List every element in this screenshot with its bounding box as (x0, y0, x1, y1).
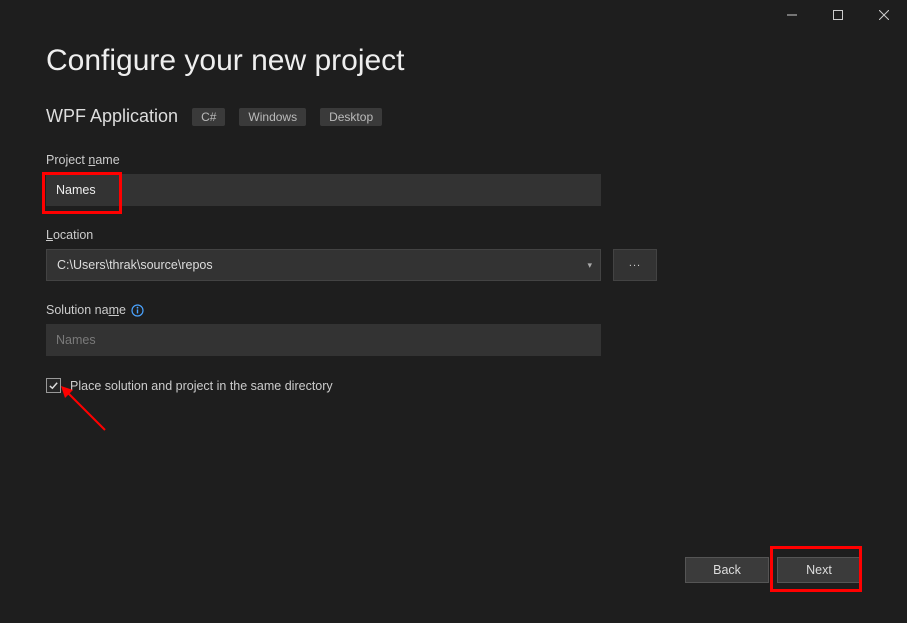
same-directory-checkbox[interactable] (46, 378, 61, 393)
template-row: WPF Application C# Windows Desktop (46, 106, 861, 127)
tag-csharp: C# (192, 108, 225, 126)
project-name-group: Project name (46, 153, 861, 206)
location-value: C:\Users\thrak\source\repos (57, 258, 587, 272)
close-button[interactable] (861, 0, 907, 30)
project-name-input[interactable] (46, 174, 601, 206)
titlebar (0, 0, 907, 30)
button-row: Back Next (685, 557, 861, 583)
same-directory-row: Place solution and project in the same d… (46, 378, 861, 393)
same-directory-label: Place solution and project in the same d… (70, 379, 333, 393)
info-icon[interactable] (131, 304, 144, 317)
solution-name-group: Solution name (46, 303, 861, 356)
location-combo[interactable]: C:\Users\thrak\source\repos ▾ (46, 249, 601, 281)
back-button[interactable]: Back (685, 557, 769, 583)
solution-name-label: Solution name (46, 303, 861, 317)
page-title: Configure your new project (46, 44, 861, 78)
content-area: Configure your new project WPF Applicati… (0, 30, 907, 393)
browse-button[interactable]: ... (613, 249, 657, 281)
minimize-button[interactable] (769, 0, 815, 30)
project-name-label: Project name (46, 153, 861, 167)
tag-windows: Windows (239, 108, 306, 126)
solution-name-input[interactable] (46, 324, 601, 356)
next-button[interactable]: Next (777, 557, 861, 583)
template-name: WPF Application (46, 106, 178, 127)
location-group: Location C:\Users\thrak\source\repos ▾ .… (46, 228, 861, 281)
maximize-button[interactable] (815, 0, 861, 30)
tag-desktop: Desktop (320, 108, 382, 126)
chevron-down-icon: ▾ (587, 260, 592, 271)
location-label: Location (46, 228, 861, 242)
